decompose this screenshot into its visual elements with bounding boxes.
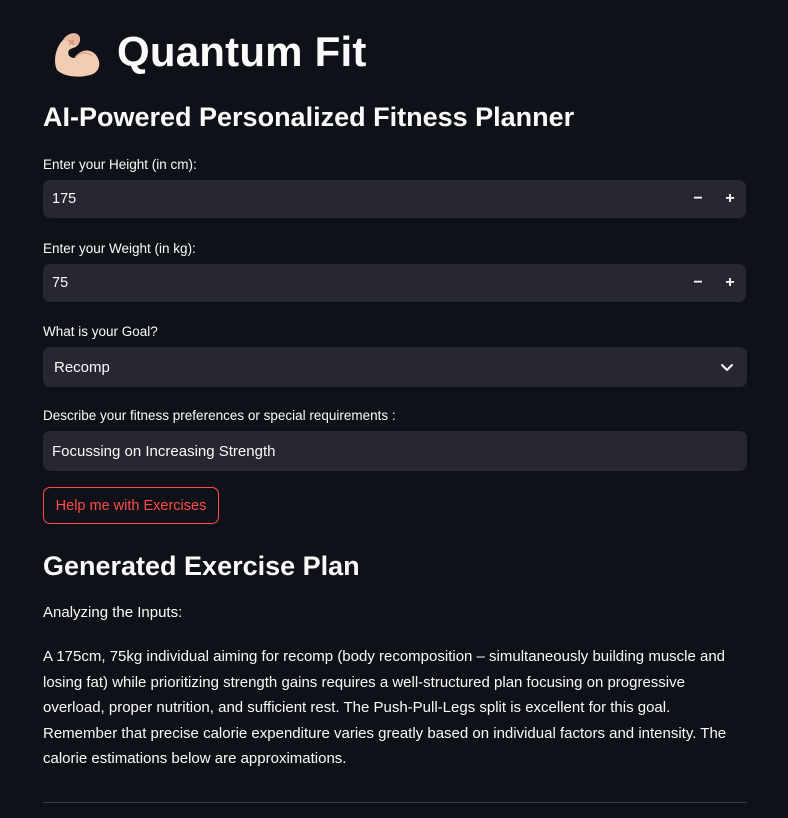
height-label: Enter your Height (in cm):: [43, 157, 197, 172]
page-subtitle: AI-Powered Personalized Fitness Planner: [43, 102, 575, 132]
weight-number-input[interactable]: 75 − +: [43, 264, 746, 302]
exercise-plan-heading: Generated Exercise Plan: [43, 551, 360, 581]
analysis-intro: Analyzing the Inputs:: [43, 604, 183, 621]
preferences-label: Describe your fitness preferences or spe…: [43, 408, 396, 423]
goal-select[interactable]: Recomp: [43, 347, 747, 387]
height-number-input[interactable]: 175 − +: [43, 180, 746, 218]
weight-increment-button[interactable]: +: [714, 264, 746, 302]
preferences-value[interactable]: Focussing on Increasing Strength: [43, 443, 275, 460]
goal-label: What is your Goal?: [43, 324, 158, 339]
help-exercises-button[interactable]: Help me with Exercises: [43, 487, 219, 524]
analysis-paragraph: A 175cm, 75kg individual aiming for reco…: [43, 648, 727, 767]
flexed-biceps-icon: [55, 33, 100, 77]
goal-selected-value[interactable]: Recomp: [43, 359, 707, 376]
app-page: Quantum Fit AI-Powered Personalized Fitn…: [0, 0, 788, 818]
chevron-down-icon[interactable]: [707, 347, 747, 387]
height-value[interactable]: 175: [43, 191, 682, 207]
height-increment-button[interactable]: +: [714, 180, 746, 218]
weight-label: Enter your Weight (in kg):: [43, 241, 196, 256]
preferences-input[interactable]: Focussing on Increasing Strength: [43, 431, 747, 471]
weight-decrement-button[interactable]: −: [682, 264, 714, 302]
height-decrement-button[interactable]: −: [682, 180, 714, 218]
weight-value[interactable]: 75: [43, 275, 682, 291]
section-divider: [43, 802, 747, 803]
app-header: Quantum Fit: [43, 24, 367, 80]
app-title: Quantum Fit: [117, 28, 367, 75]
